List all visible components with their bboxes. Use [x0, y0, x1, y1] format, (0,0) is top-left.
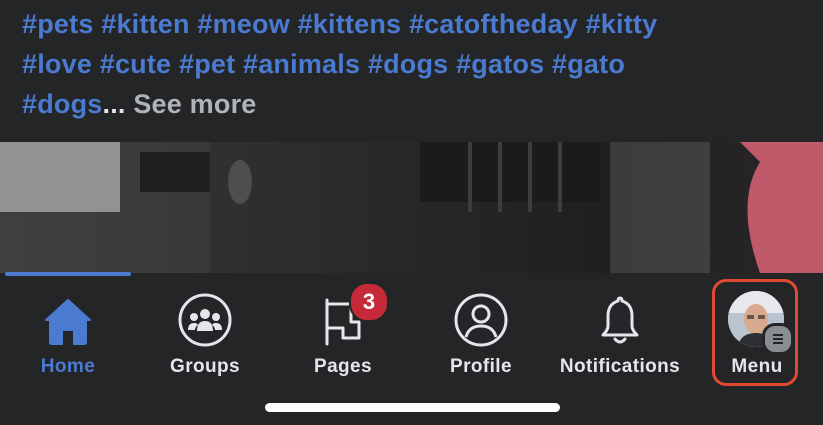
see-more-link[interactable]: See more — [126, 89, 257, 119]
tab-pages-label: Pages — [314, 356, 372, 377]
hashtag-dogs[interactable]: #dogs — [22, 89, 103, 119]
profile-icon — [451, 290, 511, 350]
home-icon — [38, 290, 98, 350]
caption-line-1[interactable]: #pets #kitten #meow #kittens #catoftheda… — [22, 4, 812, 44]
tab-groups-label: Groups — [170, 356, 240, 377]
menu-hamburger-icon — [762, 323, 794, 355]
caption-ellipsis: ... — [102, 89, 126, 119]
groups-icon — [175, 290, 235, 350]
tab-groups[interactable]: Groups — [130, 276, 280, 386]
tab-home[interactable]: Home — [0, 276, 143, 386]
caption-line-3: #dogs... See more — [22, 84, 812, 124]
tab-profile-label: Profile — [450, 356, 512, 377]
tab-notifications[interactable]: Notifications — [545, 276, 695, 386]
bell-icon — [590, 290, 650, 350]
home-indicator-bar[interactable] — [265, 403, 560, 412]
pages-notification-badge: 3 — [349, 282, 389, 322]
tab-notifications-label: Notifications — [559, 356, 681, 377]
post-photo[interactable] — [0, 142, 823, 273]
tab-pages[interactable]: Pages — [268, 276, 418, 386]
post-caption: #pets #kitten #meow #kittens #catoftheda… — [22, 4, 812, 124]
caption-line-2[interactable]: #love #cute #pet #animals #dogs #gatos #… — [22, 44, 812, 84]
tab-profile[interactable]: Profile — [406, 276, 556, 386]
tab-home-label: Home — [40, 356, 96, 377]
